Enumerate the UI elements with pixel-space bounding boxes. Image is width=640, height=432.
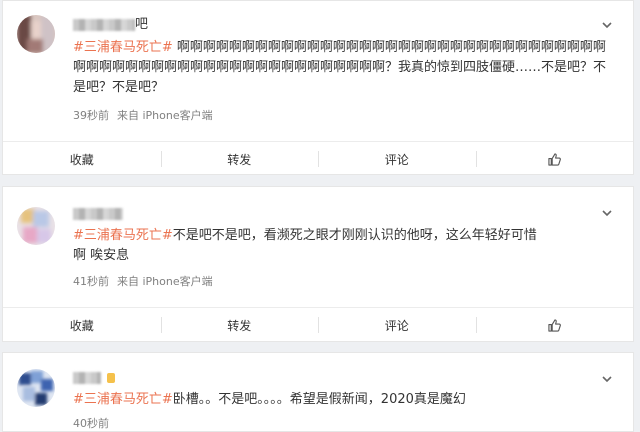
action-bar: 收藏 转发 评论 <box>3 307 633 342</box>
favorite-button[interactable]: 收藏 <box>3 142 161 176</box>
username[interactable] <box>73 207 123 221</box>
comment-label: 评论 <box>384 152 409 167</box>
repost-label: 转发 <box>227 152 252 167</box>
avatar[interactable] <box>17 369 55 407</box>
thumbs-up-icon <box>548 152 561 166</box>
post-meta: 40秒前 <box>73 417 109 431</box>
hashtag-link[interactable]: #三浦春马死亡# <box>73 40 173 55</box>
favorite-label: 收藏 <box>69 318 94 333</box>
vip-badge-icon <box>107 372 116 383</box>
username[interactable] <box>73 371 116 385</box>
comment-button[interactable]: 评论 <box>318 308 476 342</box>
repost-button[interactable]: 转发 <box>160 142 319 176</box>
post-body: 卧槽。。不是吧。。。。希望是假新闻，2020真是魔幻 <box>172 392 466 407</box>
post-time[interactable]: 40秒前 <box>73 417 109 430</box>
post-text: #三浦春马死亡# 啊啊啊啊啊啊啊啊啊啊啊啊啊啊啊啊啊啊啊啊啊啊啊啊啊啊啊啊啊啊啊… <box>73 38 618 98</box>
post-text: #三浦春马死亡#不是吧不是吧，看濒死之眼才刚刚认识的他呀，这么年轻好可惜啊 唉安… <box>73 226 543 266</box>
like-button[interactable] <box>475 142 634 176</box>
avatar[interactable] <box>17 207 55 245</box>
comment-label: 评论 <box>384 318 409 333</box>
weibo-post-3: #三浦春马死亡#卧槽。。不是吧。。。。希望是假新闻，2020真是魔幻 40秒前 <box>2 352 634 432</box>
blurred-username <box>73 18 135 31</box>
chevron-down-icon[interactable] <box>601 207 613 219</box>
post-source: 来自 iPhone客户端 <box>117 275 213 288</box>
post-meta: 41秒前 来自 iPhone客户端 <box>73 275 213 289</box>
comment-button[interactable]: 评论 <box>318 142 476 176</box>
username[interactable]: 吧 <box>73 18 148 32</box>
weibo-post-1: 吧 #三浦春马死亡# 啊啊啊啊啊啊啊啊啊啊啊啊啊啊啊啊啊啊啊啊啊啊啊啊啊啊啊啊啊… <box>2 0 634 175</box>
hashtag-link[interactable]: #三浦春马死亡# <box>73 228 173 243</box>
post-time[interactable]: 39秒前 <box>73 109 109 122</box>
hashtag-link[interactable]: #三浦春马死亡# <box>73 392 173 407</box>
blurred-username <box>73 371 101 384</box>
post-text: #三浦春马死亡#卧槽。。不是吧。。。。希望是假新闻，2020真是魔幻 <box>73 390 618 410</box>
repost-label: 转发 <box>227 318 252 333</box>
post-source: 来自 iPhone客户端 <box>117 109 213 122</box>
chevron-down-icon[interactable] <box>601 19 613 31</box>
username-suffix: 吧 <box>135 17 149 32</box>
like-button[interactable] <box>475 308 634 342</box>
chevron-down-icon[interactable] <box>601 373 613 385</box>
post-time[interactable]: 41秒前 <box>73 275 109 288</box>
action-bar: 收藏 转发 评论 <box>3 141 633 176</box>
weibo-post-2: #三浦春马死亡#不是吧不是吧，看濒死之眼才刚刚认识的他呀，这么年轻好可惜啊 唉安… <box>2 186 634 342</box>
thumbs-up-icon <box>548 318 561 332</box>
avatar[interactable] <box>17 15 55 53</box>
repost-button[interactable]: 转发 <box>160 308 319 342</box>
post-meta: 39秒前 来自 iPhone客户端 <box>73 109 213 123</box>
blurred-username <box>73 207 123 220</box>
favorite-button[interactable]: 收藏 <box>3 308 161 342</box>
favorite-label: 收藏 <box>69 152 94 167</box>
